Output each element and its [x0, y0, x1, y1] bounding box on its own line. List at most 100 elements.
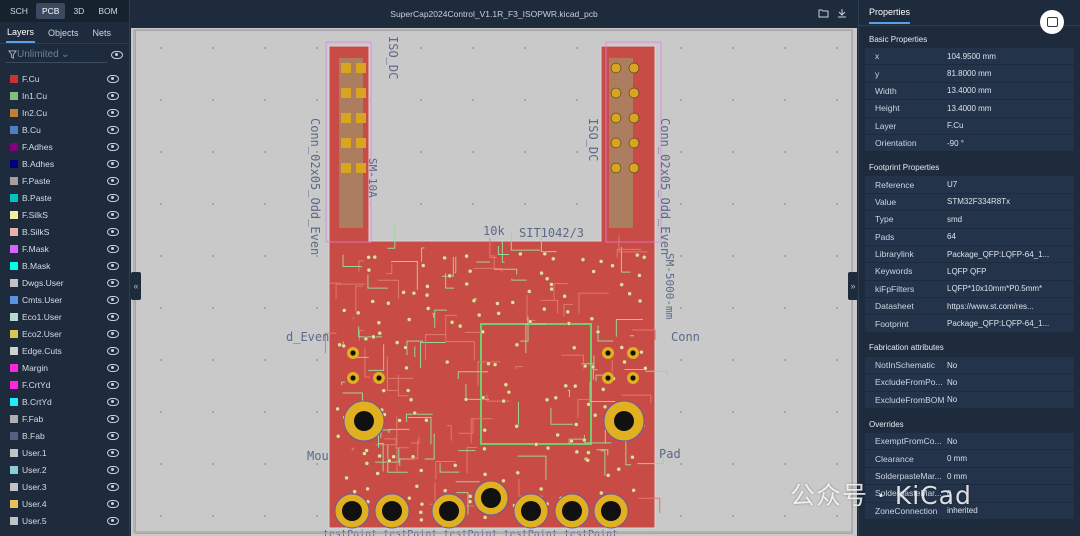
tab-nets[interactable]: Nets [92, 24, 113, 42]
folder-icon[interactable] [818, 8, 829, 18]
layer-item[interactable]: F.Adhes [0, 138, 129, 155]
eye-icon[interactable] [107, 516, 119, 525]
layer-item[interactable]: Dwgs.User [0, 274, 129, 291]
property-row[interactable]: y 81.8000 mm [865, 65, 1074, 83]
layer-item[interactable]: User.4 [0, 495, 129, 512]
property-row[interactable]: x 104.9500 mm [865, 48, 1074, 66]
eye-icon[interactable] [107, 346, 119, 355]
layer-color-swatch[interactable] [10, 346, 18, 355]
layer-color-swatch[interactable] [10, 465, 18, 474]
property-row[interactable]: kiFpFilters LQFP*10x10mm*P0.5mm* [865, 280, 1074, 299]
layer-item[interactable]: F.Paste [0, 172, 129, 189]
property-row[interactable]: Value STM32F334R8Tx [865, 193, 1074, 212]
eye-icon[interactable] [107, 176, 119, 185]
layer-item[interactable]: B.Cu [0, 121, 129, 138]
layer-color-swatch[interactable] [10, 329, 18, 338]
tab-bom[interactable]: BOM [92, 3, 123, 19]
layer-color-swatch[interactable] [10, 278, 18, 287]
property-row[interactable]: Height 13.4000 mm [865, 100, 1074, 118]
eye-icon[interactable] [107, 193, 119, 202]
eye-icon[interactable] [107, 278, 119, 287]
property-row[interactable]: ExemptFromCo... No [865, 433, 1074, 451]
property-row[interactable]: Type smd [865, 211, 1074, 229]
tab-layers[interactable]: Layers [6, 23, 36, 43]
property-row[interactable]: Clearance 0 mm [865, 450, 1074, 468]
eye-icon[interactable] [107, 363, 119, 372]
eye-icon[interactable] [107, 91, 119, 100]
eye-icon[interactable] [107, 125, 119, 134]
layer-color-swatch[interactable] [10, 91, 18, 100]
layer-color-swatch[interactable] [10, 380, 18, 389]
layer-color-swatch[interactable] [10, 125, 18, 134]
tab-objects[interactable]: Objects [47, 24, 80, 42]
eye-icon[interactable] [111, 51, 123, 59]
filter-dropdown[interactable]: Unlimited ⌄ [6, 47, 107, 63]
collapse-right-button[interactable]: » [848, 272, 858, 300]
layer-item[interactable]: Eco1.User [0, 308, 129, 325]
eye-icon[interactable] [107, 397, 119, 406]
eye-icon[interactable] [107, 380, 119, 389]
eye-icon[interactable] [107, 465, 119, 474]
eye-icon[interactable] [107, 312, 119, 321]
eye-icon[interactable] [107, 499, 119, 508]
property-row[interactable]: Librarylink Package_QFP:LQFP-64_1... [865, 245, 1074, 264]
layer-color-swatch[interactable] [10, 74, 18, 83]
layer-color-swatch[interactable] [10, 482, 18, 491]
eye-icon[interactable] [107, 244, 119, 253]
layer-item[interactable]: In1.Cu [0, 87, 129, 104]
tab-pcb[interactable]: PCB [35, 3, 66, 19]
layer-color-swatch[interactable] [10, 312, 18, 321]
layer-color-swatch[interactable] [10, 193, 18, 202]
layer-item[interactable]: B.Paste [0, 189, 129, 206]
layer-color-swatch[interactable] [10, 448, 18, 457]
layer-color-swatch[interactable] [10, 363, 18, 372]
property-row[interactable]: Keywords LQFP QFP [865, 263, 1074, 281]
layer-item[interactable]: B.SilkS [0, 223, 129, 240]
property-row[interactable]: Datasheet https://www.st.com/res... [865, 298, 1074, 316]
layer-item[interactable]: Edge.Cuts [0, 342, 129, 359]
eye-icon[interactable] [107, 329, 119, 338]
layer-color-swatch[interactable] [10, 431, 18, 440]
eye-icon[interactable] [107, 210, 119, 219]
layer-item[interactable]: F.Fab [0, 410, 129, 427]
layer-color-swatch[interactable] [10, 227, 18, 236]
layer-color-swatch[interactable] [10, 414, 18, 423]
layer-color-swatch[interactable] [10, 176, 18, 185]
property-row[interactable]: Reference U7 [865, 176, 1074, 194]
eye-icon[interactable] [107, 142, 119, 151]
tab-sch[interactable]: SCH [4, 3, 34, 19]
layer-color-swatch[interactable] [10, 397, 18, 406]
collapse-left-button[interactable]: « [131, 272, 141, 300]
eye-icon[interactable] [107, 482, 119, 491]
layer-color-swatch[interactable] [10, 516, 18, 525]
layer-item[interactable]: Cmts.User [0, 291, 129, 308]
layer-color-swatch[interactable] [10, 499, 18, 508]
property-row[interactable]: Width 13.4000 mm [865, 82, 1074, 101]
eye-icon[interactable] [107, 74, 119, 83]
property-row[interactable]: ExcludeFromPo... No [865, 374, 1074, 392]
layer-item[interactable]: Margin [0, 359, 129, 376]
tab-3d[interactable]: 3D [67, 3, 90, 19]
property-row[interactable]: Orientation -90 ° [865, 134, 1074, 153]
layer-color-swatch[interactable] [10, 142, 18, 151]
eye-icon[interactable] [107, 227, 119, 236]
layer-item[interactable]: F.SilkS [0, 206, 129, 223]
eye-icon[interactable] [107, 261, 119, 270]
layer-item[interactable]: User.2 [0, 461, 129, 478]
layer-item[interactable]: User.1 [0, 444, 129, 461]
layer-color-swatch[interactable] [10, 210, 18, 219]
layer-item[interactable]: In2.Cu [0, 104, 129, 121]
layer-item[interactable]: B.Adhes [0, 155, 129, 172]
chat-button[interactable] [1040, 10, 1064, 34]
layer-item[interactable]: B.Fab [0, 427, 129, 444]
layer-item[interactable]: F.CrtYd [0, 376, 129, 393]
layer-color-swatch[interactable] [10, 261, 18, 270]
property-row[interactable]: ExcludeFromBOM No [865, 391, 1074, 410]
eye-icon[interactable] [107, 448, 119, 457]
property-row[interactable]: NotInSchematic No [865, 356, 1074, 375]
eye-icon[interactable] [107, 295, 119, 304]
layer-color-swatch[interactable] [10, 159, 18, 168]
eye-icon[interactable] [107, 159, 119, 168]
download-icon[interactable] [837, 8, 847, 18]
layer-item[interactable]: B.CrtYd [0, 393, 129, 410]
